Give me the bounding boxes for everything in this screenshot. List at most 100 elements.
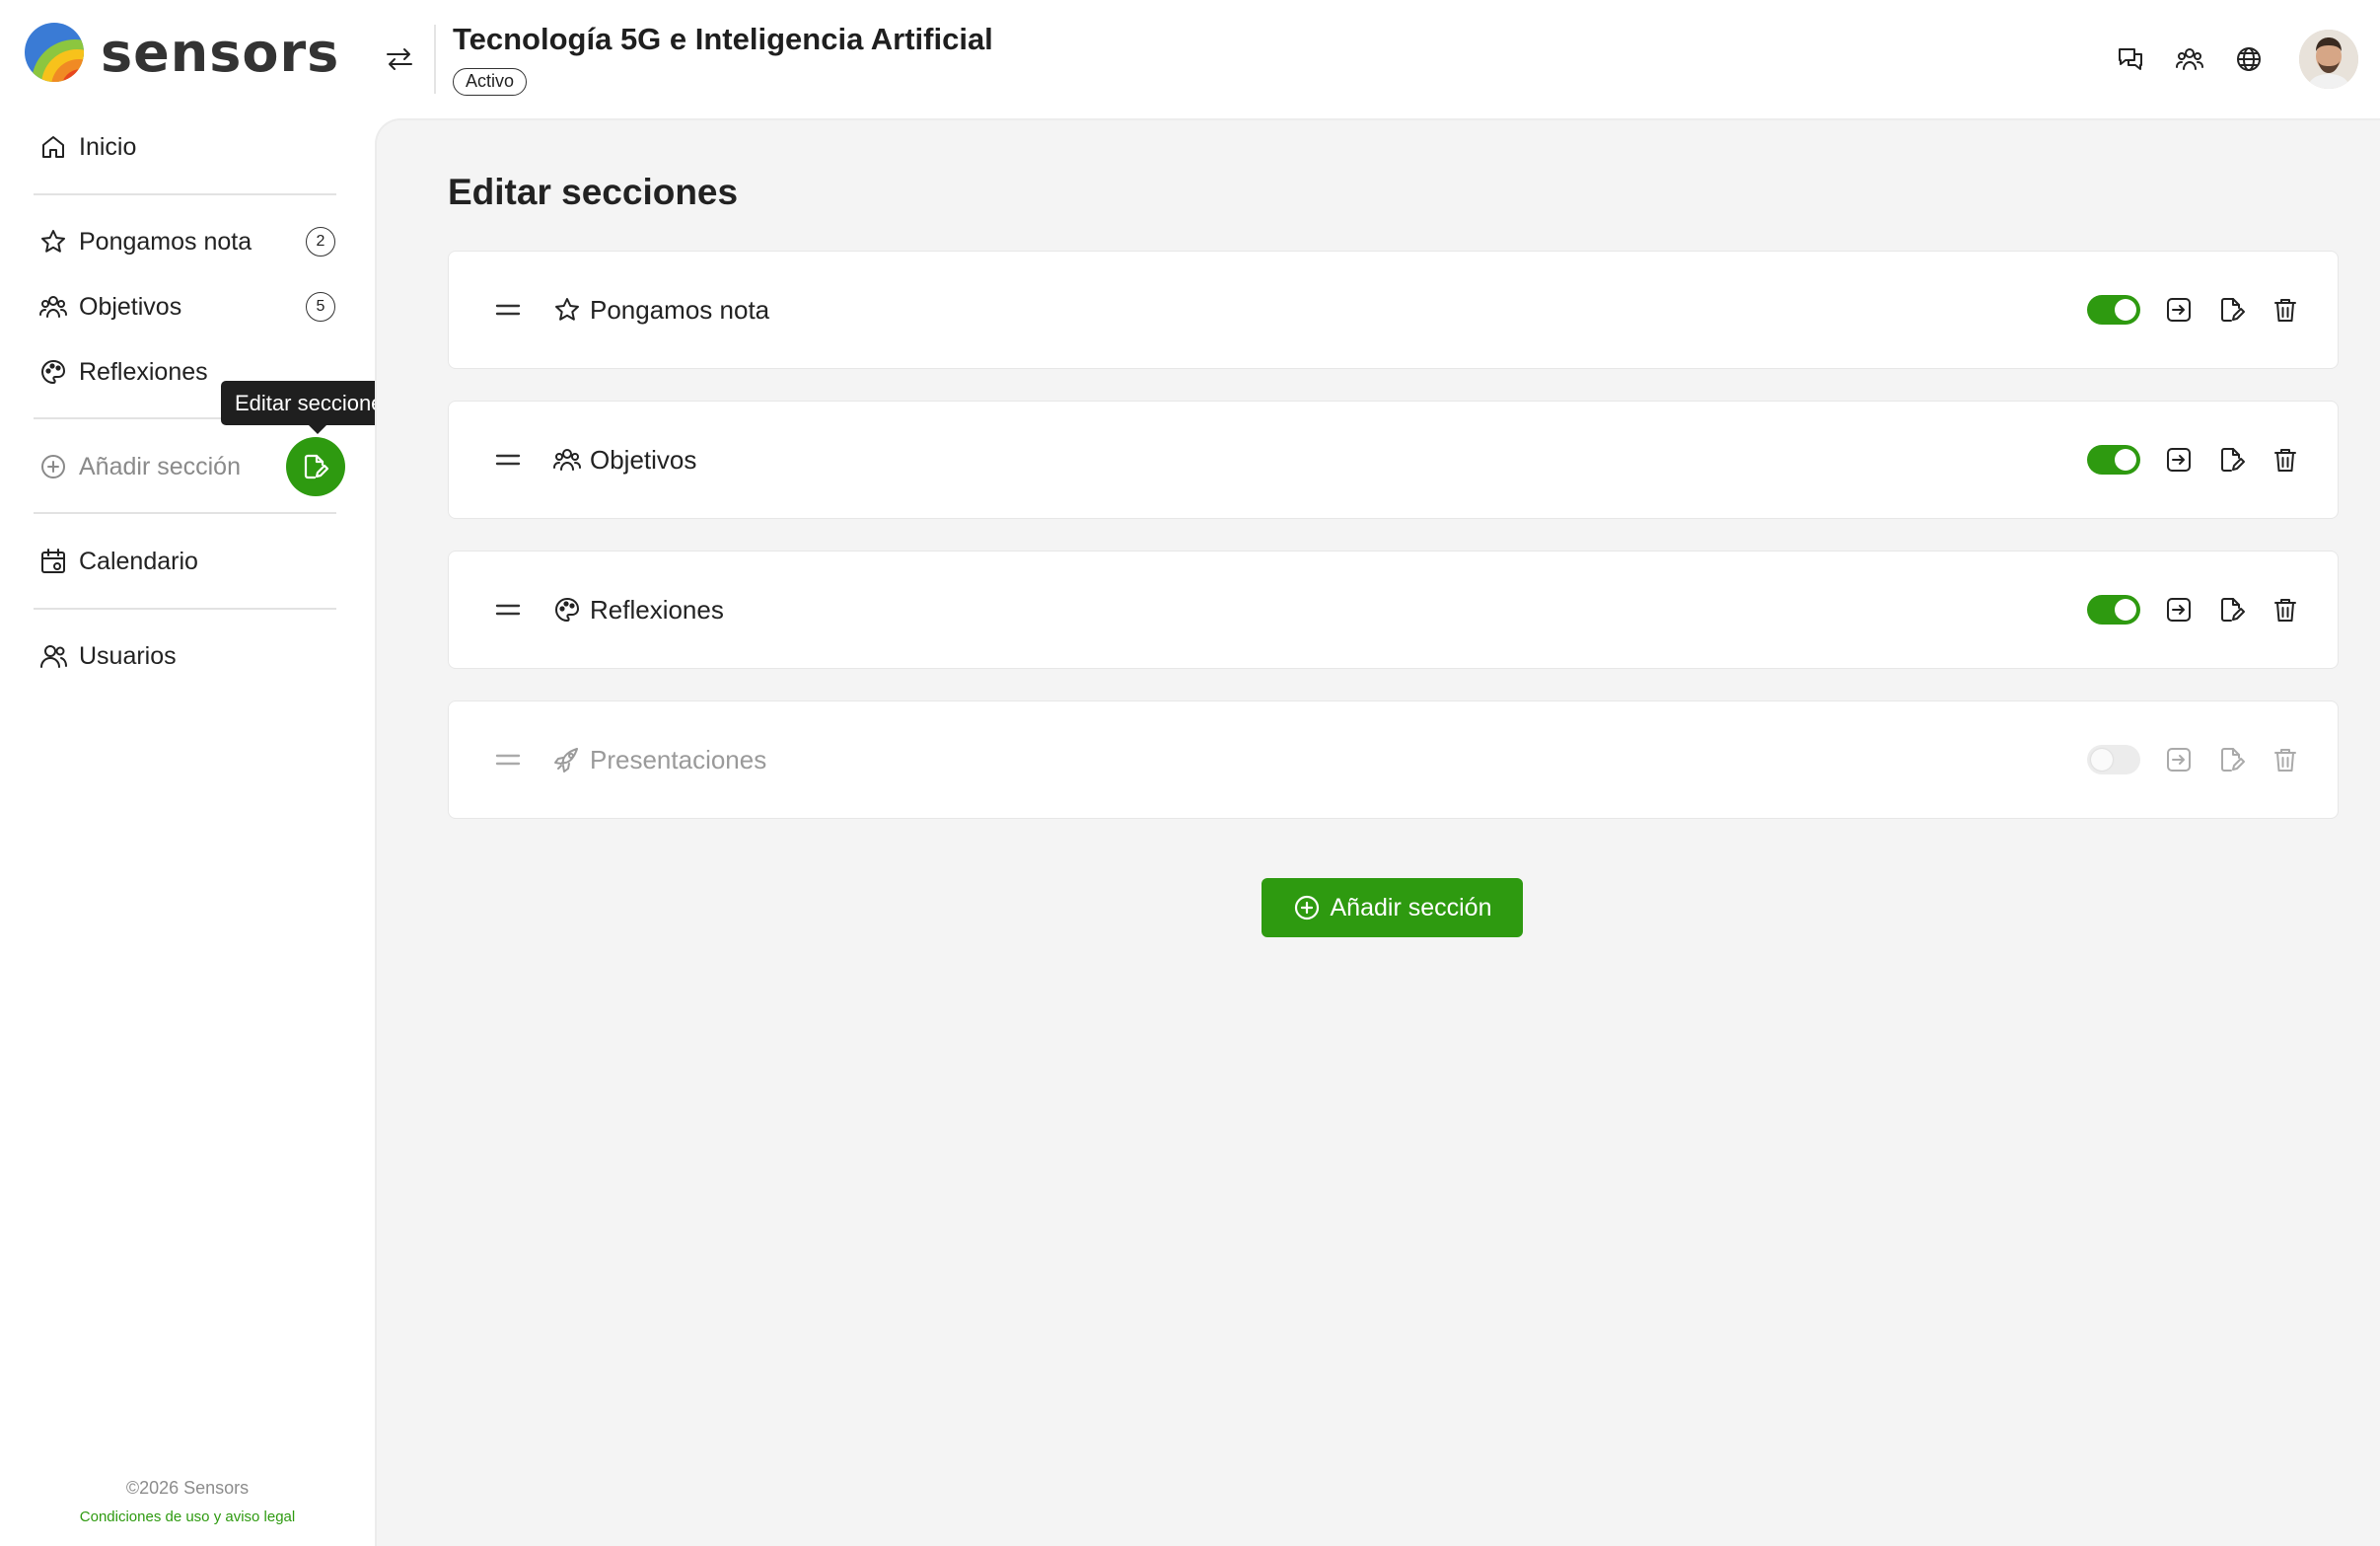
palette-icon: [554, 597, 580, 623]
section-name: Presentaciones: [590, 744, 767, 774]
sidebar-item-label: Pongamos nota: [79, 227, 252, 256]
plus-circle-icon: [41, 455, 65, 479]
delete-section-button[interactable]: [2271, 445, 2300, 475]
row-actions: [2087, 445, 2300, 475]
sidebar-item-label: Objetivos: [79, 292, 182, 321]
add-section-button[interactable]: Añadir sección: [1262, 878, 1523, 937]
users-icon: [2176, 48, 2203, 70]
section-row: Objetivos: [448, 401, 2339, 519]
sidebar-item-pongamos-nota[interactable]: Pongamos nota 2: [39, 220, 335, 263]
globe-icon: [2237, 47, 2261, 71]
enter-icon: [2167, 748, 2191, 772]
section-name: Reflexiones: [590, 594, 724, 625]
section-row: Reflexiones: [448, 551, 2339, 669]
people-icon: [553, 449, 581, 471]
edit-section-button[interactable]: [2217, 745, 2247, 774]
project-title: Tecnología 5G e Inteligencia Artificial: [453, 22, 993, 56]
swap-arrows-icon: [387, 48, 412, 70]
rocket-icon: [554, 748, 578, 773]
sidebar-item-label: Inicio: [79, 132, 137, 161]
plus-circle-icon: [1294, 895, 1319, 920]
sidebar-divider: [34, 512, 336, 514]
header-divider: [434, 25, 436, 94]
section-row: Presentaciones: [448, 700, 2339, 819]
visibility-toggle[interactable]: [2087, 745, 2140, 774]
count-badge: 5: [306, 292, 335, 322]
open-section-button[interactable]: [2164, 295, 2194, 325]
sidebar-item-label: Calendario: [79, 547, 198, 575]
section-name: Objetivos: [590, 444, 697, 475]
status-badge: Activo: [453, 68, 528, 96]
terms-link[interactable]: Condiciones de uso y aviso legal: [0, 1509, 375, 1525]
sidebar-divider: [34, 608, 336, 610]
add-section-label: Añadir sección: [1330, 893, 1492, 921]
count-badge: 2: [306, 227, 335, 257]
enter-icon: [2167, 598, 2191, 622]
row-actions: [2087, 595, 2300, 625]
sidebar: Inicio Pongamos nota 2 Objetivos 5 Refle…: [0, 118, 375, 1546]
delete-section-button[interactable]: [2271, 745, 2300, 774]
participants-button[interactable]: [2175, 44, 2204, 74]
sidebar-item-calendario[interactable]: Calendario: [39, 540, 335, 583]
chat-button[interactable]: [2116, 44, 2145, 74]
palette-icon: [40, 359, 66, 385]
calendar-icon: [41, 549, 65, 573]
visibility-toggle[interactable]: [2087, 295, 2140, 325]
row-actions: [2087, 295, 2300, 325]
visibility-toggle[interactable]: [2087, 595, 2140, 625]
edit-document-icon: [304, 454, 329, 479]
star-icon: [41, 230, 65, 253]
delete-section-button[interactable]: [2271, 295, 2300, 325]
sidebar-item-label: Añadir sección: [79, 452, 241, 480]
brand-logo[interactable]: sensors: [24, 20, 339, 85]
sidebar-item-objetivos[interactable]: Objetivos 5: [39, 285, 335, 329]
chat-icon: [2119, 48, 2142, 70]
user-group-icon: [40, 645, 67, 668]
enter-icon: [2167, 448, 2191, 472]
page-title: Editar secciones: [448, 172, 739, 212]
row-actions: [2087, 745, 2300, 774]
home-icon: [42, 136, 64, 158]
drag-handle-icon[interactable]: [494, 600, 522, 620]
switch-project-button[interactable]: [380, 39, 419, 79]
delete-section-button[interactable]: [2271, 595, 2300, 625]
trash-icon: [2274, 599, 2296, 622]
trash-icon: [2274, 749, 2296, 772]
header-actions: [2116, 28, 2358, 91]
sidebar-item-inicio[interactable]: Inicio: [39, 125, 335, 169]
toggle-knob: [2115, 449, 2136, 471]
edit-document-icon: [2221, 298, 2245, 322]
open-section-button[interactable]: [2164, 745, 2194, 774]
language-button[interactable]: [2234, 44, 2264, 74]
sidebar-item-usuarios[interactable]: Usuarios: [39, 634, 335, 678]
user-avatar[interactable]: [2299, 30, 2358, 89]
trash-icon: [2274, 449, 2296, 472]
brand-name: sensors: [101, 21, 340, 84]
section-name: Pongamos nota: [590, 294, 770, 325]
drag-handle-icon[interactable]: [494, 750, 522, 770]
avatar-image: [2299, 30, 2358, 89]
sidebar-item-label: Reflexiones: [79, 357, 208, 386]
footer-copyright: ©2026 Sensors: [125, 1478, 250, 1498]
edit-section-button[interactable]: [2217, 445, 2247, 475]
edit-document-icon: [2221, 448, 2245, 472]
edit-document-icon: [2221, 598, 2245, 622]
section-row: Pongamos nota: [448, 251, 2339, 369]
edit-section-button[interactable]: [2217, 295, 2247, 325]
open-section-button[interactable]: [2164, 595, 2194, 625]
trash-icon: [2274, 299, 2296, 322]
drag-handle-icon[interactable]: [494, 300, 522, 320]
open-section-button[interactable]: [2164, 445, 2194, 475]
sidebar-divider: [34, 193, 336, 195]
main-content: Editar secciones Pongamos nota Objetivos: [375, 118, 2380, 1546]
edit-section-button[interactable]: [2217, 595, 2247, 625]
visibility-toggle[interactable]: [2087, 445, 2140, 475]
enter-icon: [2167, 298, 2191, 322]
edit-sections-button[interactable]: [286, 437, 345, 496]
toggle-knob: [2115, 599, 2136, 621]
people-icon: [39, 296, 67, 318]
drag-handle-icon[interactable]: [494, 450, 522, 470]
star-icon: [555, 298, 579, 321]
edit-document-icon: [2221, 748, 2245, 772]
sensors-logo-icon: [25, 23, 84, 82]
